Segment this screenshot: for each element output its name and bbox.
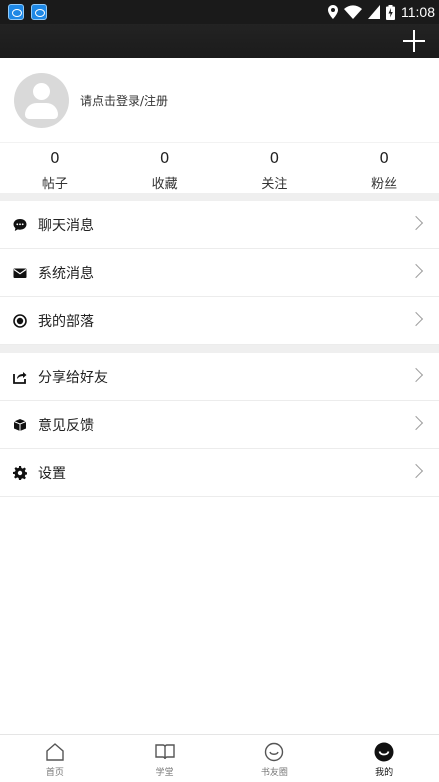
tab-label: 学堂 [155, 768, 174, 778]
avatar-body-shape [25, 103, 58, 119]
login-register-link[interactable]: 请点击登录/注册 [80, 92, 168, 109]
smile-icon [265, 742, 284, 762]
menu-item-label: 系统消息 [38, 265, 94, 282]
menu-item-feedback[interactable]: 意见反馈 [0, 401, 439, 449]
tab-label: 我的 [375, 768, 394, 778]
stat-followers[interactable]: 0 粉丝 [329, 143, 439, 193]
stat-label: 关注 [261, 177, 288, 192]
menu-item-label: 意见反馈 [38, 417, 94, 434]
mail-icon [13, 268, 27, 278]
tab-book-friends[interactable]: 书友圈 [220, 735, 330, 782]
book-icon [154, 744, 175, 760]
stat-value: 0 [159, 149, 170, 167]
target-icon [13, 313, 27, 328]
section-divider [0, 193, 439, 201]
menu-item-label: 设置 [38, 465, 66, 482]
app-notification-icon [31, 4, 47, 20]
tab-mine[interactable]: 我的 [329, 735, 439, 782]
avatar-head-shape [33, 83, 50, 100]
wifi-icon [344, 5, 362, 19]
stat-value: 0 [269, 149, 280, 167]
profile-section[interactable]: 请点击登录/注册 [0, 58, 439, 142]
chat-icon [13, 218, 27, 231]
chevron-right-icon [408, 215, 424, 231]
profile-icon [374, 742, 394, 762]
menu-item-label: 我的部落 [38, 313, 94, 330]
tab-label: 书友圈 [260, 768, 288, 778]
stat-following[interactable]: 0 关注 [220, 143, 330, 193]
gear-icon [13, 465, 27, 480]
stat-posts[interactable]: 0 帖子 [0, 143, 110, 193]
chevron-right-icon [408, 367, 424, 383]
bottom-tab-bar: 首页 学堂 书友圈 我的 [0, 734, 439, 782]
tab-home[interactable]: 首页 [0, 735, 110, 782]
stat-favorites[interactable]: 0 收藏 [110, 143, 220, 193]
section-divider [0, 345, 439, 353]
signal-icon [368, 5, 380, 19]
chevron-right-icon [408, 311, 424, 327]
share-icon [13, 371, 27, 384]
tab-label: 首页 [45, 768, 64, 778]
menu-item-label: 聊天消息 [38, 217, 94, 234]
menu-item-system-messages[interactable]: 系统消息 [0, 249, 439, 297]
clock-time: 11:08 [401, 4, 435, 20]
chevron-right-icon [408, 263, 424, 279]
menu-item-share[interactable]: 分享给好友 [0, 353, 439, 401]
stat-value: 0 [379, 149, 389, 167]
app-notification-icon [8, 4, 24, 20]
app-header [0, 24, 439, 58]
chevron-right-icon [408, 463, 424, 479]
menu-item-my-tribe[interactable]: 我的部落 [0, 297, 439, 345]
home-icon [46, 743, 64, 761]
feedback-icon [13, 418, 27, 431]
add-button[interactable] [401, 28, 427, 54]
status-bar: 11:08 [0, 0, 439, 24]
avatar[interactable] [14, 73, 69, 128]
stats-row: 0 帖子 0 收藏 0 关注 0 粉丝 [0, 142, 439, 193]
stat-label: 粉丝 [371, 177, 398, 192]
menu-item-label: 分享给好友 [38, 369, 108, 386]
battery-icon [386, 4, 395, 20]
stat-value: 0 [50, 149, 60, 167]
location-icon [328, 5, 338, 19]
chevron-right-icon [408, 415, 424, 431]
stat-label: 收藏 [151, 177, 178, 192]
menu-item-settings[interactable]: 设置 [0, 449, 439, 497]
tab-school[interactable]: 学堂 [110, 735, 220, 782]
menu-item-chat-messages[interactable]: 聊天消息 [0, 201, 439, 249]
stat-label: 帖子 [41, 177, 68, 192]
